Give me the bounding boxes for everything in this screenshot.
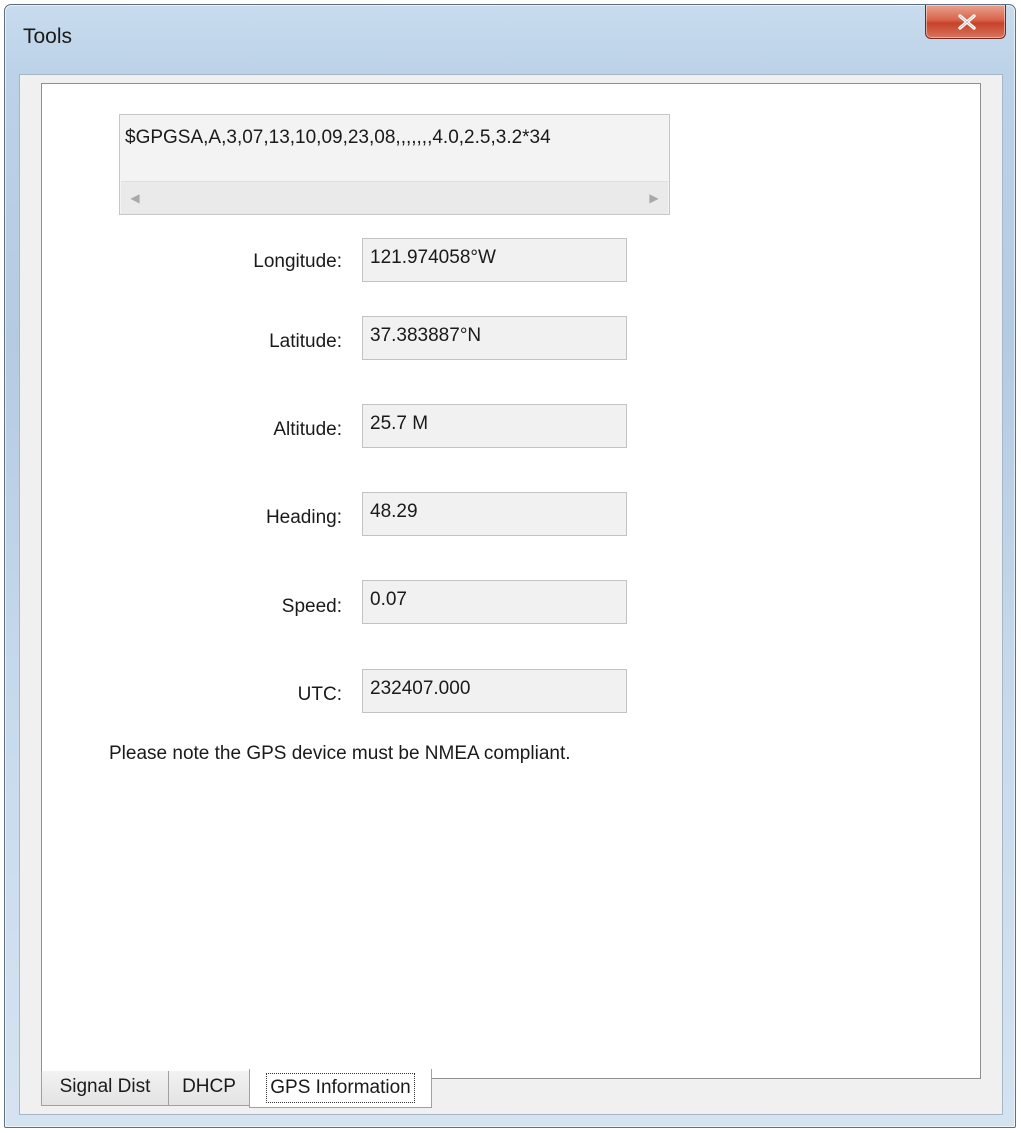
- speed-label: Speed:: [281, 596, 342, 617]
- utc-field[interactable]: 232407.000: [362, 669, 627, 713]
- speed-field[interactable]: 0.07: [362, 580, 627, 624]
- nmea-sentence: $GPGSA,A,3,07,13,10,09,23,08,,,,,,,4.0,2…: [125, 127, 551, 148]
- latitude-field[interactable]: 37.383887°N: [362, 316, 627, 360]
- gps-information-panel: $GPGSA,A,3,07,13,10,09,23,08,,,,,,,4.0,2…: [41, 83, 981, 1079]
- tab-gps-information-label: GPS Information: [266, 1073, 415, 1103]
- scroll-left-icon[interactable]: ◀: [123, 182, 147, 214]
- tab-dhcp[interactable]: DHCP: [168, 1071, 250, 1106]
- altitude-label: Altitude:: [273, 419, 342, 440]
- tools-window: Tools $GPGSA,A,3,07,13,10,09,23,08,,,,,,…: [4, 4, 1016, 1128]
- scroll-right-icon[interactable]: ▶: [642, 182, 666, 214]
- heading-label: Heading:: [265, 507, 342, 528]
- utc-label: UTC:: [297, 684, 342, 705]
- heading-field[interactable]: 48.29: [362, 492, 627, 536]
- longitude-field[interactable]: 121.974058°W: [362, 238, 627, 282]
- utc-value: 232407.000: [370, 678, 471, 699]
- horizontal-scrollbar[interactable]: ◀ ▶: [121, 181, 668, 214]
- latitude-value: 37.383887°N: [370, 325, 482, 346]
- speed-value: 0.07: [370, 589, 407, 610]
- altitude-field[interactable]: 25.7 M: [362, 404, 627, 448]
- nmea-compliance-note: Please note the GPS device must be NMEA …: [109, 743, 571, 764]
- close-icon: [958, 14, 976, 30]
- tab-signal-dist-label: Signal Dist: [59, 1076, 151, 1097]
- tab-signal-dist[interactable]: Signal Dist: [41, 1071, 169, 1106]
- window-title: Tools: [23, 25, 73, 48]
- tab-dhcp-label: DHCP: [182, 1076, 236, 1097]
- longitude-label: Longitude:: [253, 251, 342, 272]
- latitude-label: Latitude:: [269, 331, 342, 352]
- longitude-value: 121.974058°W: [370, 247, 496, 268]
- heading-value: 48.29: [370, 501, 418, 522]
- close-button[interactable]: [925, 5, 1006, 39]
- nmea-sentence-box[interactable]: $GPGSA,A,3,07,13,10,09,23,08,,,,,,,4.0,2…: [119, 114, 670, 215]
- dialog-body: $GPGSA,A,3,07,13,10,09,23,08,,,,,,,4.0,2…: [19, 74, 1003, 1115]
- tab-gps-information[interactable]: GPS Information: [249, 1069, 432, 1108]
- altitude-value: 25.7 M: [370, 413, 429, 434]
